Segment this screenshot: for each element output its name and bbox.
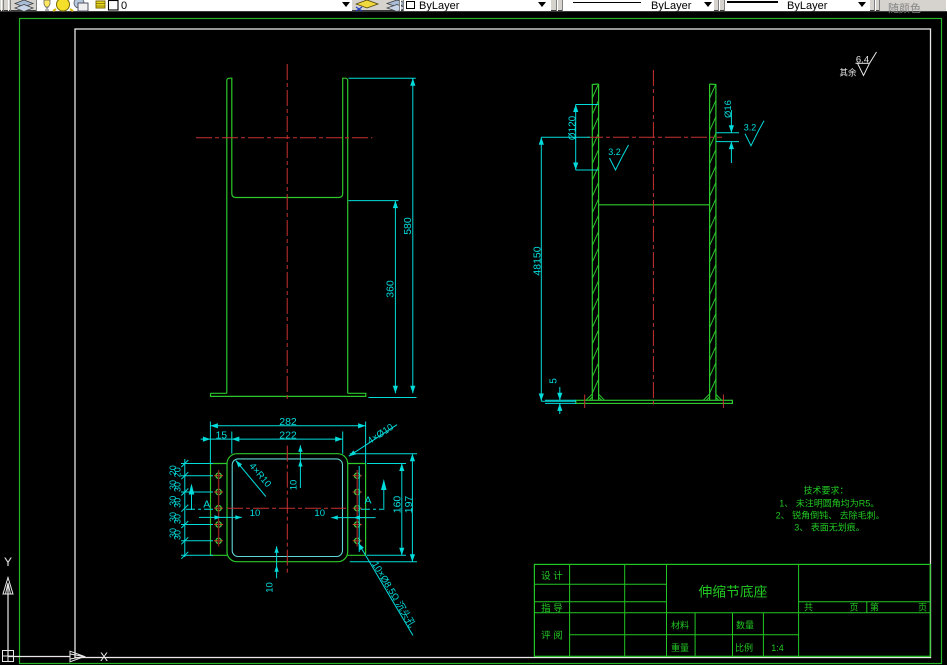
svg-text:222: 222 (279, 430, 297, 442)
svg-text:页: 页 (918, 603, 927, 613)
svg-text:X: X (100, 650, 108, 664)
svg-text:比例: 比例 (735, 642, 753, 653)
svg-text:1:4: 1:4 (771, 643, 784, 653)
svg-text:材料: 材料 (671, 620, 689, 631)
svg-text:580: 580 (402, 217, 414, 235)
svg-text:197: 197 (403, 496, 415, 514)
svg-text:3.2: 3.2 (608, 147, 621, 157)
svg-text:160: 160 (392, 496, 404, 514)
svg-text:第: 第 (870, 602, 879, 613)
svg-text:伸缩节底座: 伸缩节底座 (699, 584, 768, 599)
svg-text:10: 10 (314, 508, 325, 519)
svg-text:1、 未注明圆角均为R5。: 1、 未注明圆角均为R5。 (779, 498, 879, 509)
svg-text:282: 282 (279, 416, 297, 428)
svg-text:48150: 48150 (531, 246, 543, 275)
svg-text:设 计: 设 计 (541, 570, 563, 582)
svg-text:30: 30 (173, 514, 183, 524)
svg-text:Ø16: Ø16 (723, 100, 734, 118)
svg-text:A: A (364, 495, 371, 507)
svg-text:30: 30 (173, 498, 183, 508)
svg-text:Y: Y (4, 555, 12, 569)
svg-text:30: 30 (173, 482, 183, 492)
svg-text:10: 10 (288, 480, 299, 491)
svg-text:页: 页 (849, 603, 858, 613)
svg-text:360: 360 (385, 280, 397, 298)
svg-text:数量: 数量 (736, 620, 754, 631)
svg-text:Ø120: Ø120 (567, 115, 578, 140)
svg-text:2、 锐角倒钝、 去除毛刺。: 2、 锐角倒钝、 去除毛刺。 (776, 510, 885, 521)
svg-text:3.2: 3.2 (744, 123, 757, 133)
svg-text:3、 表面无划痕。: 3、 表面无划痕。 (794, 522, 865, 533)
svg-text:10: 10 (250, 508, 261, 519)
svg-text:技术要求：: 技术要求： (803, 485, 848, 496)
svg-text:重量: 重量 (671, 642, 689, 653)
svg-text:其余: 其余 (839, 68, 857, 78)
svg-text:A: A (203, 499, 210, 511)
svg-text:15: 15 (215, 430, 227, 442)
svg-text:指 导: 指 导 (541, 603, 563, 615)
svg-text:10: 10 (265, 582, 276, 593)
svg-text:5: 5 (548, 378, 559, 384)
svg-text:评 阅: 评 阅 (541, 630, 563, 642)
svg-text:30: 30 (173, 530, 183, 540)
svg-text:共: 共 (804, 603, 813, 613)
svg-text:20: 20 (173, 467, 183, 477)
